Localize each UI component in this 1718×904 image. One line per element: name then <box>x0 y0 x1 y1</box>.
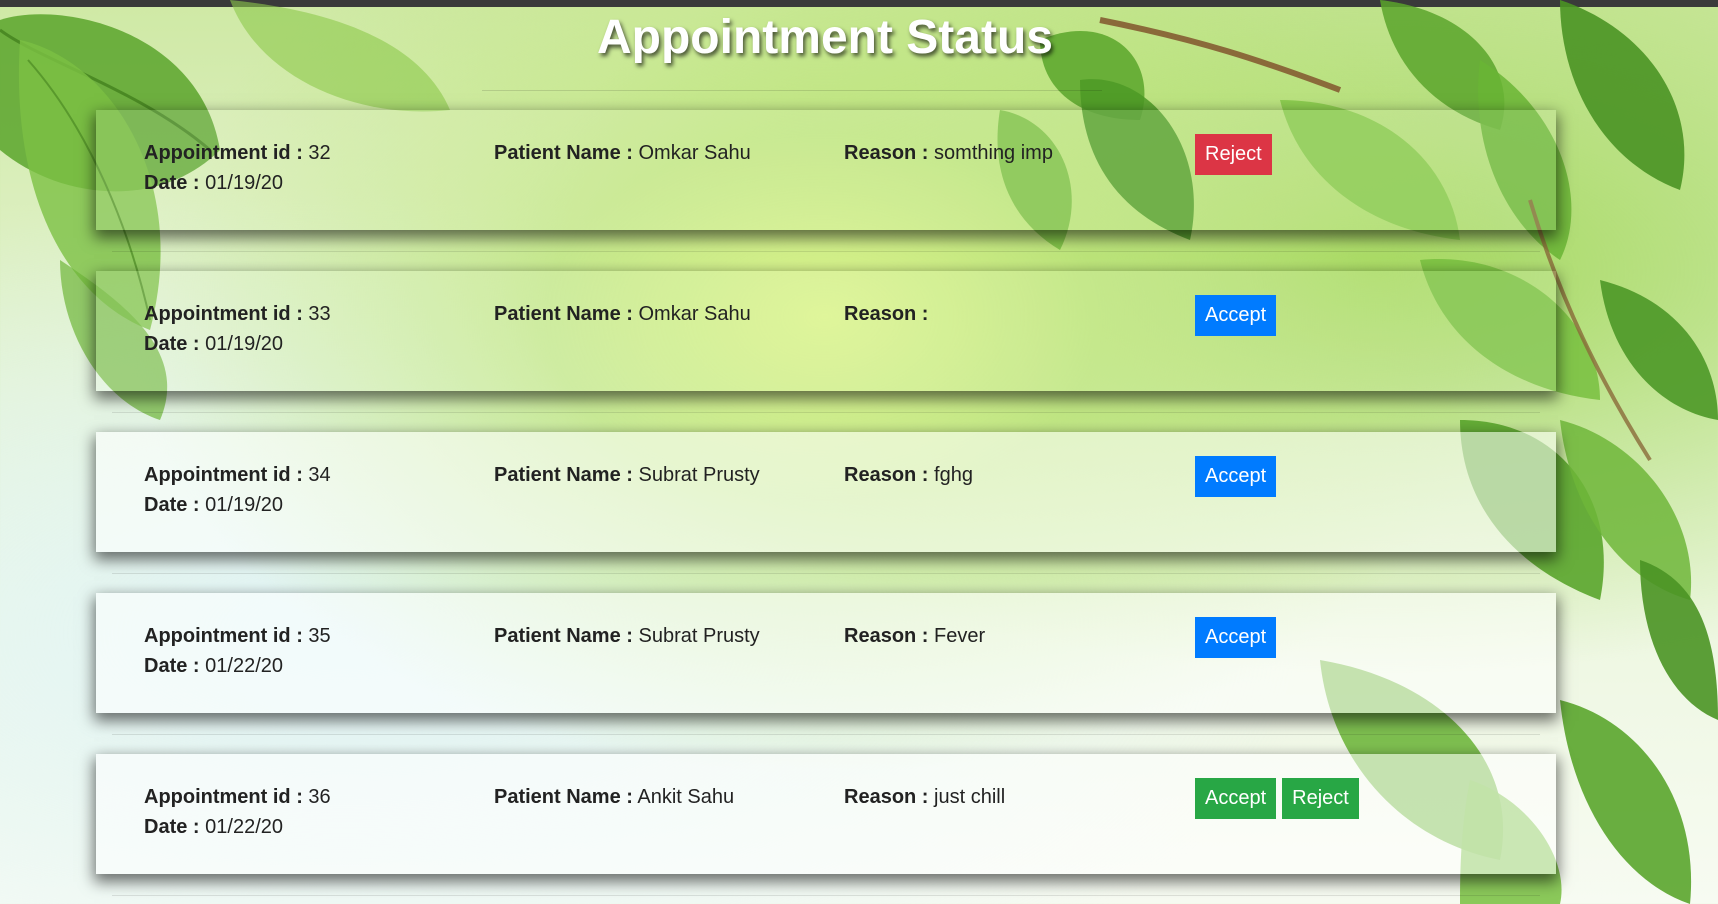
patient-name-value: Subrat Prusty <box>638 464 760 486</box>
date-field: Date : 01/19/20 <box>144 172 283 195</box>
date-field: Date : 01/22/20 <box>144 816 283 839</box>
appointment-id-field: Appointment id : 35 <box>144 625 331 648</box>
appointment-id-value: 35 <box>308 625 331 647</box>
appointment-card: Appointment id : 35 Date : 01/22/20 Pati… <box>96 593 1556 735</box>
appointment-id-value: 33 <box>308 303 331 325</box>
divider <box>112 734 1540 735</box>
accept-button[interactable]: Accept <box>1195 778 1277 819</box>
top-bar <box>0 0 1718 7</box>
date-field: Date : 01/19/20 <box>144 494 283 517</box>
reason-label: Reason : <box>844 303 929 325</box>
appointment-actions: Accept Reject <box>1195 778 1359 819</box>
patient-name-value: Omkar Sahu <box>638 142 751 164</box>
patient-name-value: Omkar Sahu <box>638 303 751 325</box>
patient-name-value: Subrat Prusty <box>638 625 760 647</box>
appointment-id-field: Appointment id : 33 <box>144 303 331 326</box>
date-value: 01/22/20 <box>205 655 283 677</box>
appointment-id-value: 34 <box>308 464 331 486</box>
reason-label: Reason : <box>844 625 929 647</box>
date-value: 01/22/20 <box>205 816 283 838</box>
patient-name-field: Patient Name : Ankit Sahu <box>494 786 734 809</box>
title-divider <box>482 90 1102 91</box>
date-label: Date : <box>144 816 200 838</box>
appointment-id-value: 32 <box>308 142 331 164</box>
date-label: Date : <box>144 333 200 355</box>
appointment-actions: Accept <box>1195 295 1277 336</box>
reason-value: just chill <box>934 786 1006 808</box>
reason-field: Reason : <box>844 303 928 326</box>
reason-value: Fever <box>934 625 986 647</box>
patient-name-label: Patient Name : <box>494 142 633 164</box>
reason-label: Reason : <box>844 786 929 808</box>
reason-field: Reason : fghg <box>844 464 973 487</box>
appointment-id-label: Appointment id : <box>144 786 303 808</box>
accept-button[interactable]: Accept <box>1195 456 1277 497</box>
appointment-actions: Reject <box>1195 134 1272 175</box>
reason-label: Reason : <box>844 142 929 164</box>
appointment-card: Appointment id : 34 Date : 01/19/20 Pati… <box>96 432 1556 574</box>
appointment-id-label: Appointment id : <box>144 142 303 164</box>
patient-name-label: Patient Name : <box>494 464 633 486</box>
appointment-id-field: Appointment id : 36 <box>144 786 331 809</box>
appointment-card: Appointment id : 36 Date : 01/22/20 Pati… <box>96 754 1556 896</box>
date-value: 01/19/20 <box>205 333 283 355</box>
accept-button[interactable]: Accept <box>1195 617 1277 658</box>
divider <box>112 895 1540 896</box>
patient-name-field: Patient Name : Subrat Prusty <box>494 625 760 648</box>
appointment-actions: Accept <box>1195 617 1277 658</box>
appointment-list: Appointment id : 32 Date : 01/19/20 Pati… <box>96 110 1556 904</box>
date-field: Date : 01/19/20 <box>144 333 283 356</box>
date-field: Date : 01/22/20 <box>144 655 283 678</box>
date-label: Date : <box>144 655 200 677</box>
appointment-id-label: Appointment id : <box>144 303 303 325</box>
appointment-actions: Accept <box>1195 456 1277 497</box>
appointment-id-value: 36 <box>308 786 331 808</box>
page-title: Appointment Status <box>597 11 1053 64</box>
reason-value: somthing imp <box>934 142 1053 164</box>
reason-field: Reason : Fever <box>844 625 985 648</box>
date-label: Date : <box>144 172 200 194</box>
appointment-id-label: Appointment id : <box>144 625 303 647</box>
reason-field: Reason : somthing imp <box>844 142 1053 165</box>
patient-name-label: Patient Name : <box>494 625 633 647</box>
appointment-card: Appointment id : 32 Date : 01/19/20 Pati… <box>96 110 1556 252</box>
appointment-id-field: Appointment id : 32 <box>144 142 331 165</box>
appointment-id-field: Appointment id : 34 <box>144 464 331 487</box>
accept-button[interactable]: Accept <box>1195 295 1277 336</box>
appointment-card: Appointment id : 33 Date : 01/19/20 Pati… <box>96 271 1556 413</box>
divider <box>112 412 1540 413</box>
reject-button[interactable]: Reject <box>1282 778 1359 819</box>
divider <box>112 251 1540 252</box>
patient-name-field: Patient Name : Omkar Sahu <box>494 303 751 326</box>
reason-label: Reason : <box>844 464 929 486</box>
date-label: Date : <box>144 494 200 516</box>
date-value: 01/19/20 <box>205 494 283 516</box>
date-value: 01/19/20 <box>205 172 283 194</box>
patient-name-label: Patient Name : <box>494 786 633 808</box>
patient-name-value: Ankit Sahu <box>637 786 735 808</box>
patient-name-field: Patient Name : Omkar Sahu <box>494 142 751 165</box>
divider <box>112 573 1540 574</box>
patient-name-field: Patient Name : Subrat Prusty <box>494 464 760 487</box>
appointment-id-label: Appointment id : <box>144 464 303 486</box>
reason-field: Reason : just chill <box>844 786 1005 809</box>
reject-button[interactable]: Reject <box>1195 134 1272 175</box>
reason-value: fghg <box>934 464 973 486</box>
patient-name-label: Patient Name : <box>494 303 633 325</box>
